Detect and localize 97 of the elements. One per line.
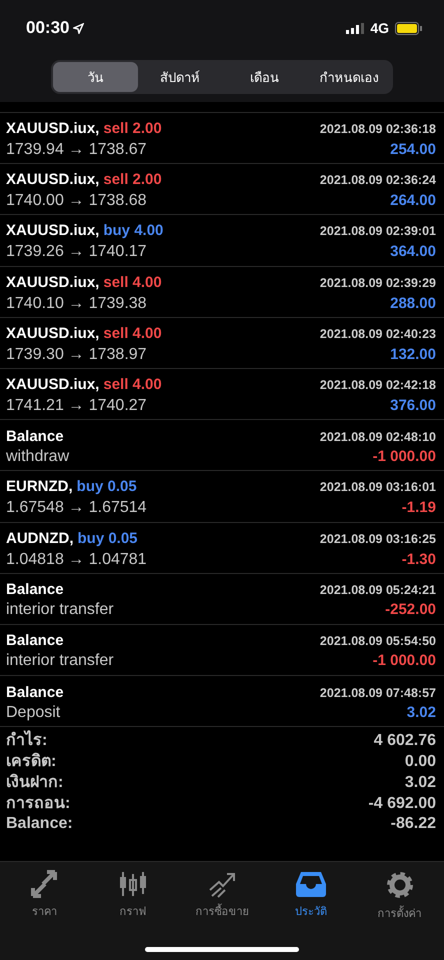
price-range: 1.67548 → 1.67514: [6, 499, 147, 518]
trade-action: buy 0.05: [78, 530, 138, 547]
candlestick-icon: [118, 870, 148, 898]
profit: 132.00: [390, 346, 436, 363]
history-row[interactable]: XAUUSD.iux, sell 4.00 2021.08.09 02:40:23 1739.30 → 1738.97 132.00: [0, 316, 444, 368]
history-row[interactable]: XAUUSD.iux, sell 4.00 2021.08.09 02:39:29 1740.10 → 1739.38 288.00: [0, 266, 444, 317]
nav-tab[interactable]: ราคา: [0, 870, 89, 922]
timestamp: 2021.08.09 02:36:18: [320, 122, 436, 136]
summary-value: 4 602.76: [374, 731, 436, 752]
profit: 254.00: [390, 141, 436, 158]
symbol: XAUUSD.iux,: [6, 120, 100, 138]
summary-label: เครดิต:: [6, 752, 56, 772]
timestamp: 2021.08.09 02:48:10: [320, 430, 436, 444]
symbol: XAUUSD.iux,: [6, 222, 100, 240]
history-row[interactable]: XAUUSD.iux, sell 4.00 2021.08.09 02:42:18 1741.21 → 1740.27 376.00: [0, 368, 444, 420]
symbol: AUDNZD,: [6, 530, 74, 547]
timestamp: 2021.08.09 02:39:01: [320, 224, 436, 238]
amount: -252.00: [385, 601, 436, 618]
period-tab[interactable]: วัน: [53, 62, 138, 92]
operation-comment: interior transfer: [6, 601, 114, 620]
timestamp: 2021.08.09 07:48:57: [320, 686, 436, 700]
signal-icon: [346, 22, 364, 34]
summary-value: 0.00: [404, 752, 436, 772]
operation-title: Balance: [6, 632, 64, 650]
profit: -1.19: [402, 499, 436, 516]
arrows-icon: [29, 870, 60, 898]
summary-label: เงินฝาก:: [6, 772, 64, 793]
summary-value: 3.02: [404, 772, 436, 793]
history-row[interactable]: AUDNZD, buy 0.05 2021.08.09 03:16:25 1.04818 → 1.04781 -1.30: [0, 522, 444, 573]
timestamp: 2021.08.09 02:40:23: [320, 326, 436, 341]
timestamp: 2021.08.09 02:39:29: [320, 276, 436, 290]
summary-label: Balance:: [6, 814, 73, 834]
nav-tab[interactable]: กราฟ: [88, 870, 178, 922]
inbox-icon: [294, 870, 327, 898]
amount: 3.02: [406, 704, 436, 721]
operation-comment: interior transfer: [6, 652, 114, 670]
network-type: 4G: [370, 20, 389, 36]
profit: 376.00: [390, 397, 436, 414]
history-row[interactable]: Balance 2021.08.09 07:48:57 Deposit 3.02: [0, 675, 444, 726]
period-tab[interactable]: สัปดาห์: [138, 62, 222, 92]
settings-icon: [384, 870, 415, 900]
symbol: EURNZD,: [6, 478, 73, 496]
price-range: 1.04818 → 1.04781: [6, 550, 147, 569]
symbol: XAUUSD.iux,: [6, 171, 100, 188]
battery-icon: [395, 22, 422, 34]
history-row[interactable]: XAUUSD.iux, buy 4.00 2021.08.09 02:39:01 1739.26 → 1740.17 364.00: [0, 214, 444, 266]
profit: 264.00: [390, 192, 436, 210]
history-row[interactable]: Balance 2021.08.09 02:48:10 withdraw -1 000.00: [0, 419, 444, 470]
amount: -1 000.00: [372, 652, 436, 670]
clock-time: 00:30: [26, 18, 70, 38]
trade-action: sell 4.00: [103, 324, 162, 342]
history-row[interactable]: XAUUSD.iux, sell 2.00 2021.08.09 02:36:18 1739.94 → 1738.67 254.00: [0, 112, 444, 164]
timestamp: 2021.08.09 05:24:21: [320, 583, 436, 598]
history-row[interactable]: EURNZD, buy 0.05 2021.08.09 03:16:01 1.67548 → 1.67514 -1.19: [0, 470, 444, 522]
operation-title: Balance: [6, 581, 64, 598]
trade-action: sell 4.00: [103, 274, 162, 291]
symbol: XAUUSD.iux,: [6, 324, 100, 342]
price-range: 1740.10 → 1739.38: [6, 294, 147, 313]
trade-action: sell 2.00: [103, 120, 162, 138]
price-range: 1739.26 → 1740.17: [6, 243, 147, 262]
period-tab[interactable]: กำหนดเอง: [306, 62, 391, 92]
trend-arrow-icon: [206, 870, 237, 898]
amount: -1 000.00: [372, 448, 436, 465]
timestamp: 2021.08.09 02:36:24: [320, 173, 436, 188]
symbol: XAUUSD.iux,: [6, 376, 100, 394]
timestamp: 2021.08.09 03:16:25: [320, 532, 436, 546]
summary-value: -86.22: [390, 814, 436, 834]
period-tab[interactable]: เดือน: [222, 62, 306, 92]
timestamp: 2021.08.09 05:54:50: [320, 634, 436, 648]
nav-tab[interactable]: การซื้อขาย: [178, 870, 266, 922]
trade-action: sell 2.00: [103, 171, 162, 188]
nav-tab[interactable]: ประวัติ: [266, 870, 356, 922]
profit: 364.00: [390, 243, 436, 260]
history-row[interactable]: Balance 2021.08.09 05:24:21 interior transfer -252.00: [0, 572, 444, 624]
trade-action: buy 4.00: [103, 222, 164, 240]
location-arrow-icon: [73, 22, 84, 34]
history-row[interactable]: XAUUSD.iux, sell 2.00 2021.08.09 02:36:24 1740.00 → 1738.68 264.00: [0, 163, 444, 214]
price-range: 1739.94 → 1738.67: [6, 141, 147, 160]
price-range: 1741.21 → 1740.27: [6, 397, 147, 416]
operation-title: Balance: [6, 684, 64, 701]
symbol: XAUUSD.iux,: [6, 274, 100, 291]
price-range: 1739.30 → 1738.97: [6, 346, 147, 364]
timestamp: 2021.08.09 02:42:18: [320, 378, 436, 392]
operation-comment: withdraw: [6, 448, 70, 466]
trade-action: sell 4.00: [103, 376, 162, 394]
history-row[interactable]: Balance 2021.08.09 05:54:50 interior transfer -1 000.00: [0, 624, 444, 676]
summary-label: การถอน:: [6, 794, 70, 814]
operation-comment: Deposit: [6, 704, 60, 722]
timestamp: 2021.08.09 03:16:01: [320, 480, 436, 494]
trade-action: buy 0.05: [76, 478, 137, 496]
summary-value: -4 692.00: [368, 794, 436, 814]
operation-title: Balance: [6, 428, 64, 445]
summary-label: กำไร:: [6, 731, 48, 752]
price-range: 1740.00 → 1738.68: [6, 192, 147, 210]
nav-tab[interactable]: การตั้งค่า: [355, 870, 444, 922]
profit: 288.00: [390, 294, 436, 312]
profit: -1.30: [402, 550, 436, 568]
